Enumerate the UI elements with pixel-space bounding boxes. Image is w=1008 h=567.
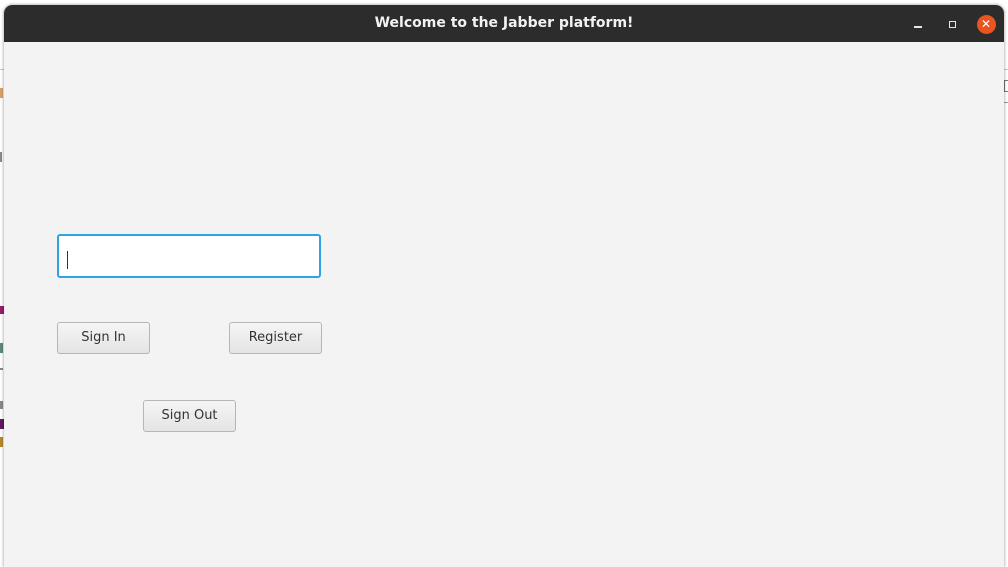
- register-button[interactable]: Register: [229, 322, 322, 354]
- maximize-icon: [948, 20, 956, 28]
- title-bar[interactable]: Welcome to the Jabber platform! ✕: [4, 5, 1004, 42]
- background-window-divider: [1004, 69, 1008, 70]
- minimize-button[interactable]: [907, 13, 929, 35]
- sign-in-button[interactable]: Sign In: [57, 322, 150, 354]
- background-window-fragment: [0, 437, 3, 447]
- username-input[interactable]: [57, 234, 321, 278]
- text-cursor: [67, 251, 68, 269]
- close-icon: ✕: [976, 14, 996, 34]
- background-window-fragment: [0, 343, 3, 353]
- background-window-fragment: [1004, 80, 1008, 92]
- sign-out-button[interactable]: Sign Out: [143, 400, 236, 432]
- background-window-fragment: [0, 401, 3, 409]
- maximize-button[interactable]: [941, 13, 963, 35]
- background-window-fragment: [0, 88, 3, 98]
- desktop: Welcome to the Jabber platform! ✕ Sign I…: [0, 0, 1008, 567]
- minimize-icon: [914, 26, 922, 28]
- background-window-fragment: [0, 152, 2, 162]
- background-window-fragment: [1004, 102, 1008, 103]
- background-window-fragment: [0, 368, 3, 370]
- window-title: Welcome to the Jabber platform!: [374, 15, 634, 31]
- close-button[interactable]: ✕: [975, 13, 997, 35]
- app-window: Welcome to the Jabber platform! ✕ Sign I…: [4, 5, 1004, 567]
